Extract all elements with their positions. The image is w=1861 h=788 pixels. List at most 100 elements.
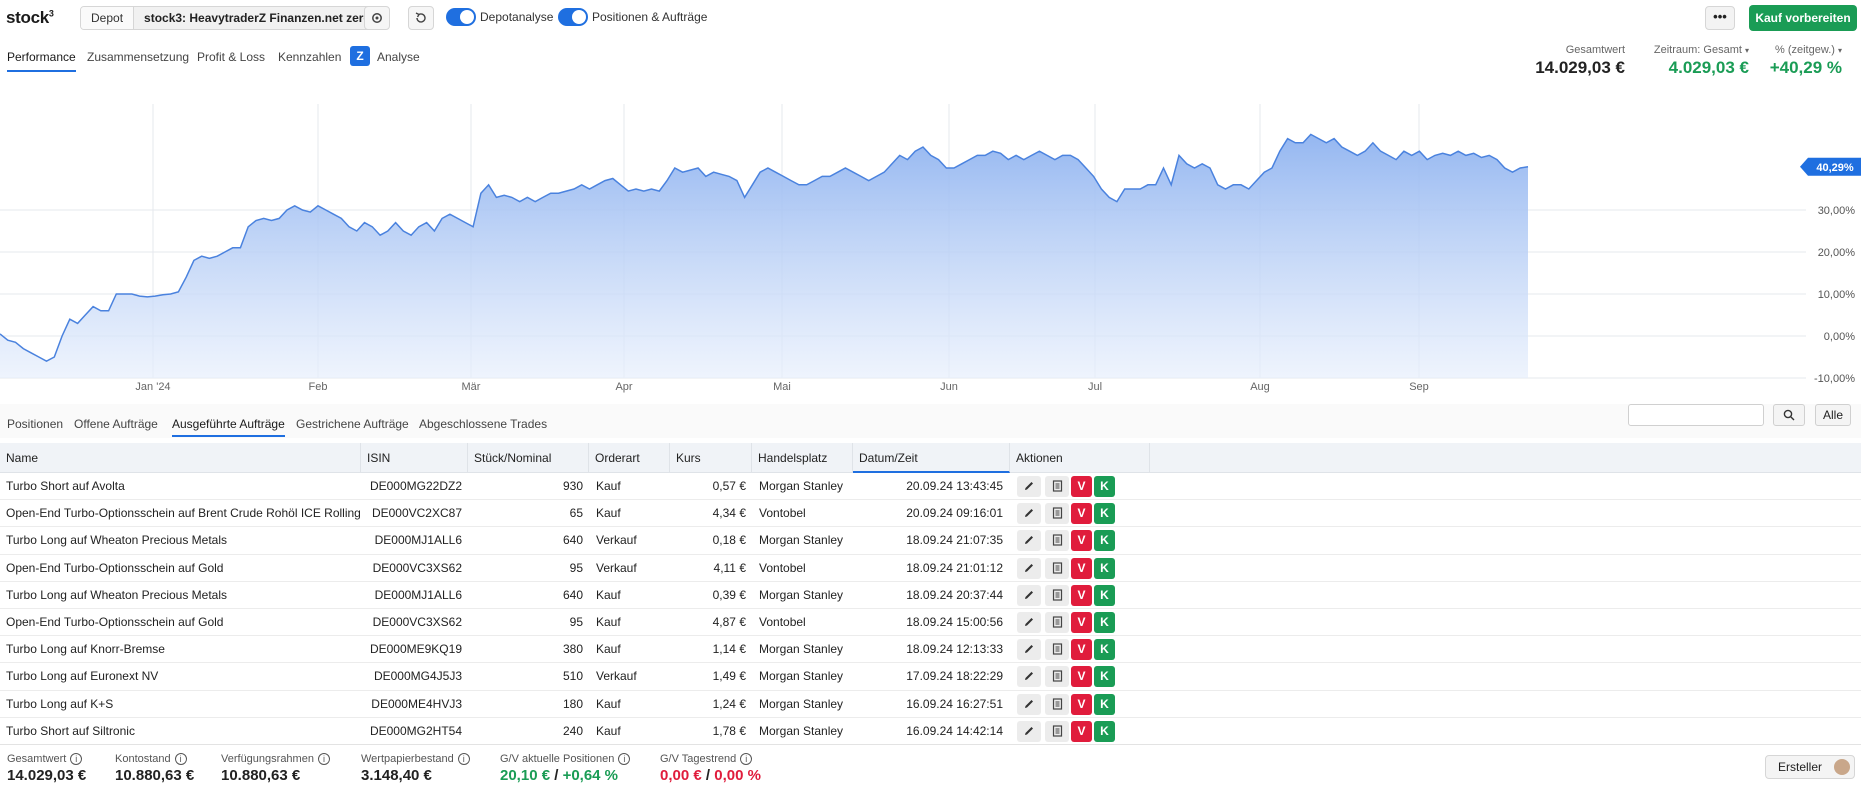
table-row[interactable]: Open-End Turbo-Optionsschein auf Brent C…: [0, 500, 1861, 528]
tab-performance[interactable]: Performance: [7, 50, 76, 72]
edit-button[interactable]: [1017, 639, 1041, 661]
edit-button[interactable]: [1017, 557, 1041, 579]
document-button[interactable]: [1045, 503, 1069, 525]
info-icon[interactable]: i: [740, 753, 753, 765]
positionen-toggle[interactable]: [558, 8, 588, 26]
depot-value[interactable]: stock3: HeavytraderZ Finanzen.net zero: [134, 7, 381, 29]
sell-button[interactable]: V: [1071, 611, 1092, 633]
col-isin[interactable]: ISIN: [361, 443, 468, 473]
document-button[interactable]: [1045, 693, 1069, 715]
analyse-icon[interactable]: Z: [350, 46, 370, 66]
cell-name[interactable]: Turbo Long auf Wheaton Precious Metals: [6, 582, 227, 609]
sell-button[interactable]: V: [1071, 476, 1092, 497]
table-row[interactable]: Open-End Turbo-Optionsschein auf Gold DE0…: [0, 609, 1861, 637]
buy-button[interactable]: K: [1094, 720, 1115, 742]
col-name[interactable]: Name: [0, 443, 361, 473]
col-stueck[interactable]: Stück/Nominal: [468, 443, 589, 473]
info-icon[interactable]: i: [70, 753, 83, 765]
chevron-down-icon[interactable]: ▾: [1838, 46, 1842, 55]
cell-name[interactable]: Turbo Long auf K+S: [6, 691, 113, 718]
info-icon[interactable]: i: [618, 753, 631, 765]
edit-button[interactable]: [1017, 530, 1041, 552]
subtab-offene[interactable]: Offene Aufträge: [74, 417, 158, 431]
edit-button[interactable]: [1017, 584, 1041, 606]
table-row[interactable]: Turbo Long auf K+S DE000ME4HVJ3 180 Kauf 1,2…: [0, 691, 1861, 718]
buy-button[interactable]: K: [1094, 503, 1115, 525]
document-button[interactable]: [1045, 557, 1069, 579]
sell-button[interactable]: V: [1071, 639, 1092, 661]
buy-button[interactable]: K: [1094, 584, 1115, 606]
cell-name[interactable]: Turbo Long auf Wheaton Precious Metals: [6, 527, 227, 554]
info-icon[interactable]: i: [457, 753, 470, 765]
edit-button[interactable]: [1017, 503, 1041, 525]
sell-button[interactable]: V: [1071, 530, 1092, 552]
sell-button[interactable]: V: [1071, 584, 1092, 606]
search-input[interactable]: [1628, 404, 1764, 426]
alle-button[interactable]: Alle: [1815, 404, 1851, 426]
stat-percent-label[interactable]: % (zeitgew.): [1775, 44, 1835, 56]
performance-chart[interactable]: -10,00% 0,00% 10,00% 20,00% 30,00% Jan '24 Feb…: [0, 96, 1861, 400]
table-row[interactable]: Turbo Short auf Avolta DE000MG22DZ2 930 Kau…: [0, 473, 1861, 501]
tab-zusammensetzung[interactable]: Zusammensetzung: [87, 50, 189, 64]
document-button[interactable]: [1045, 476, 1069, 497]
table-row[interactable]: Turbo Short auf Siltronic DE000MG2HT54 240…: [0, 718, 1861, 745]
cell-name[interactable]: Open-End Turbo-Optionsschein auf Brent C…: [6, 500, 361, 527]
stat-zeitraum[interactable]: Zeitraum: Gesamt ▾ 4.029,03 €: [1654, 44, 1749, 78]
buy-button[interactable]: K: [1094, 693, 1115, 715]
document-button[interactable]: [1045, 611, 1069, 633]
col-datum[interactable]: Datum/Zeit: [853, 443, 1010, 473]
subtab-positionen[interactable]: Positionen: [7, 417, 63, 431]
stock3-logo[interactable]: stock3: [6, 8, 54, 28]
col-handelsplatz[interactable]: Handelsplatz: [752, 443, 853, 473]
stat-percent[interactable]: % (zeitgew.) ▾ +40,29 %: [1770, 44, 1842, 78]
sell-button[interactable]: V: [1071, 503, 1092, 525]
settings-button[interactable]: [364, 6, 390, 30]
tab-profit-loss[interactable]: Profit & Loss: [197, 50, 265, 64]
kauf-vorbereiten-button[interactable]: Kauf vorbereiten: [1749, 5, 1857, 31]
edit-button[interactable]: [1017, 666, 1041, 688]
sell-button[interactable]: V: [1071, 693, 1092, 715]
refresh-button[interactable]: [408, 6, 434, 30]
edit-button[interactable]: [1017, 693, 1041, 715]
col-kurs[interactable]: Kurs: [670, 443, 752, 473]
document-button[interactable]: [1045, 720, 1069, 742]
document-button[interactable]: [1045, 639, 1069, 661]
table-row[interactable]: Turbo Long auf Wheaton Precious Metals DE…: [0, 582, 1861, 609]
buy-button[interactable]: K: [1094, 476, 1115, 497]
depot-selector[interactable]: Depot stock3: HeavytraderZ Finanzen.net …: [80, 6, 382, 30]
buy-button[interactable]: K: [1094, 666, 1115, 688]
cell-name[interactable]: Turbo Long auf Knorr-Bremse: [6, 636, 165, 663]
edit-button[interactable]: [1017, 611, 1041, 633]
sell-button[interactable]: V: [1071, 557, 1092, 579]
buy-button[interactable]: K: [1094, 557, 1115, 579]
cell-name[interactable]: Turbo Short auf Siltronic: [6, 718, 135, 745]
cell-name[interactable]: Open-End Turbo-Optionsschein auf Gold: [6, 609, 223, 636]
subtab-abgeschlossene[interactable]: Abgeschlossene Trades: [419, 417, 547, 431]
tab-analyse[interactable]: Analyse: [377, 50, 420, 64]
more-button[interactable]: •••: [1705, 6, 1735, 30]
table-row[interactable]: Turbo Long auf Knorr-Bremse DE000ME9KQ19 3…: [0, 636, 1861, 664]
document-button[interactable]: [1045, 666, 1069, 688]
buy-button[interactable]: K: [1094, 530, 1115, 552]
ersteller-button[interactable]: Ersteller: [1765, 755, 1855, 779]
depotanalyse-toggle[interactable]: [446, 8, 476, 26]
document-button[interactable]: [1045, 584, 1069, 606]
info-icon[interactable]: i: [317, 753, 330, 765]
info-icon[interactable]: i: [174, 753, 187, 765]
tab-kennzahlen[interactable]: Kennzahlen: [278, 50, 341, 64]
cell-name[interactable]: Turbo Short auf Avolta: [6, 473, 125, 500]
table-row[interactable]: Turbo Long auf Euronext NV DE000MG4J5J3 51…: [0, 663, 1861, 691]
cell-name[interactable]: Open-End Turbo-Optionsschein auf Gold: [6, 555, 223, 582]
edit-button[interactable]: [1017, 720, 1041, 742]
sell-button[interactable]: V: [1071, 666, 1092, 688]
table-row[interactable]: Open-End Turbo-Optionsschein auf Gold DE0…: [0, 555, 1861, 582]
sell-button[interactable]: V: [1071, 720, 1092, 742]
cell-name[interactable]: Turbo Long auf Euronext NV: [6, 663, 158, 690]
subtab-ausgefuehrte[interactable]: Ausgeführte Aufträge: [172, 417, 285, 437]
search-button[interactable]: [1773, 404, 1805, 426]
buy-button[interactable]: K: [1094, 639, 1115, 661]
chevron-down-icon[interactable]: ▾: [1745, 46, 1749, 55]
edit-button[interactable]: [1017, 476, 1041, 497]
document-button[interactable]: [1045, 530, 1069, 552]
stat-zeitraum-label[interactable]: Zeitraum: Gesamt: [1654, 44, 1742, 56]
